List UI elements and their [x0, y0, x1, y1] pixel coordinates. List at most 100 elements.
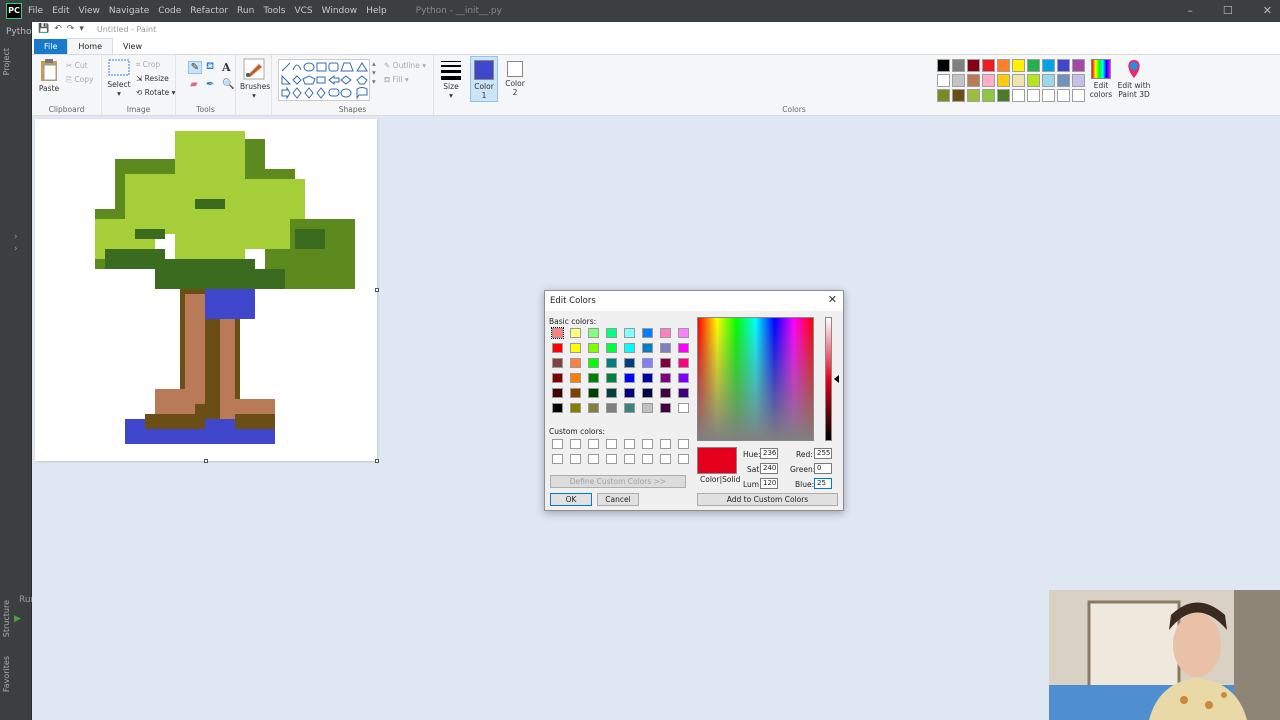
basic-color-swatch[interactable] — [552, 373, 563, 383]
eraser-icon[interactable]: ▰ — [190, 79, 198, 90]
basic-color-swatch[interactable] — [570, 403, 581, 413]
structure-tool-tab[interactable]: Structure — [2, 600, 11, 637]
custom-color-swatch[interactable] — [606, 439, 617, 449]
tab-file[interactable]: File — [34, 39, 68, 54]
basic-color-swatch[interactable] — [570, 358, 581, 368]
basic-color-swatch[interactable] — [678, 388, 689, 398]
green-field[interactable]: 0 — [814, 463, 832, 474]
basic-color-swatch[interactable] — [660, 328, 671, 338]
resize-handle-corner[interactable] — [375, 459, 379, 463]
palette-swatch[interactable] — [1072, 74, 1085, 87]
basic-color-swatch[interactable] — [642, 403, 653, 413]
custom-color-swatch[interactable] — [642, 439, 653, 449]
copy-button[interactable]: ⎘ Copy — [66, 75, 93, 85]
luminance-slider[interactable] — [825, 317, 832, 441]
palette-swatch[interactable] — [967, 74, 980, 87]
ide-menu-code[interactable]: Code — [158, 6, 181, 16]
basic-color-swatch[interactable] — [624, 328, 635, 338]
basic-color-swatch[interactable] — [570, 328, 581, 338]
custom-color-swatch[interactable] — [552, 454, 563, 464]
basic-color-swatch[interactable] — [660, 358, 671, 368]
basic-color-swatch[interactable] — [624, 403, 635, 413]
tab-home[interactable]: Home — [67, 38, 114, 54]
palette-swatch[interactable] — [982, 59, 995, 72]
palette-swatch[interactable] — [1012, 89, 1025, 102]
palette-swatch[interactable] — [1057, 89, 1070, 102]
basic-color-swatch[interactable] — [552, 388, 563, 398]
palette-swatch[interactable] — [997, 74, 1010, 87]
basic-color-swatch[interactable] — [642, 328, 653, 338]
palette-swatch[interactable] — [967, 89, 980, 102]
ide-menu-vcs[interactable]: VCS — [294, 6, 312, 16]
redo-icon[interactable]: ↷ — [67, 24, 75, 34]
custom-color-swatch[interactable] — [552, 439, 563, 449]
basic-color-swatch[interactable] — [552, 403, 563, 413]
red-field[interactable]: 255 — [814, 448, 832, 459]
customize-icon[interactable]: ▾ — [79, 24, 84, 34]
add-to-custom-colors-button[interactable]: Add to Custom Colors — [697, 493, 838, 506]
drawing-canvas[interactable] — [35, 119, 379, 463]
palette-swatch[interactable] — [1057, 74, 1070, 87]
close-icon[interactable]: ✕ — [1263, 4, 1272, 17]
basic-color-swatch[interactable] — [642, 358, 653, 368]
basic-color-swatch[interactable] — [624, 373, 635, 383]
brushes-button[interactable]: Brushes ▾ — [240, 58, 270, 100]
palette-swatch[interactable] — [937, 74, 950, 87]
basic-color-swatch[interactable] — [570, 388, 581, 398]
basic-color-swatch[interactable] — [678, 358, 689, 368]
palette-swatch[interactable] — [952, 89, 965, 102]
palette-swatch[interactable] — [937, 59, 950, 72]
palette-swatch[interactable] — [937, 89, 950, 102]
basic-color-swatch[interactable] — [588, 373, 599, 383]
palette-swatch[interactable] — [1042, 74, 1055, 87]
basic-color-swatch[interactable] — [606, 358, 617, 368]
hue-field[interactable]: 236 — [760, 448, 778, 459]
custom-color-swatch[interactable] — [606, 454, 617, 464]
color1-button[interactable]: Color 1 — [470, 56, 498, 102]
palette-swatch[interactable] — [1057, 59, 1070, 72]
palette-swatch[interactable] — [1012, 59, 1025, 72]
pencil-icon[interactable]: ✎ — [188, 61, 202, 74]
basic-color-swatch[interactable] — [551, 327, 564, 339]
text-icon[interactable]: A — [222, 61, 231, 74]
basic-color-swatch[interactable] — [624, 343, 635, 353]
palette-swatch[interactable] — [952, 59, 965, 72]
palette-swatch[interactable] — [1027, 74, 1040, 87]
basic-color-swatch[interactable] — [570, 343, 581, 353]
palette-swatch[interactable] — [1072, 89, 1085, 102]
resize-handle-bottom[interactable] — [204, 459, 208, 463]
dialog-close-icon[interactable]: ✕ — [828, 293, 837, 306]
edit-paint3d-button[interactable]: Edit with Paint 3D — [1116, 59, 1152, 99]
custom-color-swatch[interactable] — [678, 454, 689, 464]
palette-swatch[interactable] — [982, 89, 995, 102]
custom-color-swatch[interactable] — [570, 439, 581, 449]
edit-colors-button[interactable]: Edit colors — [1087, 59, 1115, 99]
palette-swatch[interactable] — [982, 74, 995, 87]
ide-menu-edit[interactable]: Edit — [52, 6, 69, 16]
undo-icon[interactable]: ↶ — [54, 24, 62, 34]
shapes-scroll[interactable]: ▴ ▾ ▾ — [372, 59, 376, 86]
ide-menu-file[interactable]: File — [28, 6, 43, 16]
select-button[interactable]: Select ▾ — [106, 58, 132, 98]
tab-view[interactable]: View — [113, 39, 152, 54]
palette-swatch[interactable] — [1012, 74, 1025, 87]
custom-color-swatch[interactable] — [678, 439, 689, 449]
basic-color-swatch[interactable] — [570, 373, 581, 383]
basic-color-swatch[interactable] — [624, 388, 635, 398]
sat-field[interactable]: 240 — [760, 463, 778, 474]
ide-menu-window[interactable]: Window — [322, 6, 358, 16]
ide-menu-tools[interactable]: Tools — [263, 6, 285, 16]
basic-color-swatch[interactable] — [606, 403, 617, 413]
custom-color-swatch[interactable] — [588, 439, 599, 449]
basic-color-swatch[interactable] — [588, 328, 599, 338]
ide-menu-run[interactable]: Run — [237, 6, 254, 16]
palette-swatch[interactable] — [1072, 59, 1085, 72]
color-spectrum[interactable] — [697, 317, 814, 441]
custom-color-swatch[interactable] — [660, 454, 671, 464]
custom-color-swatch[interactable] — [624, 439, 635, 449]
custom-color-swatch[interactable] — [570, 454, 581, 464]
luminance-arrow-icon[interactable] — [834, 375, 839, 383]
palette-swatch[interactable] — [997, 89, 1010, 102]
favorites-tool-tab[interactable]: Favorites — [2, 656, 11, 692]
palette-swatch[interactable] — [1042, 89, 1055, 102]
